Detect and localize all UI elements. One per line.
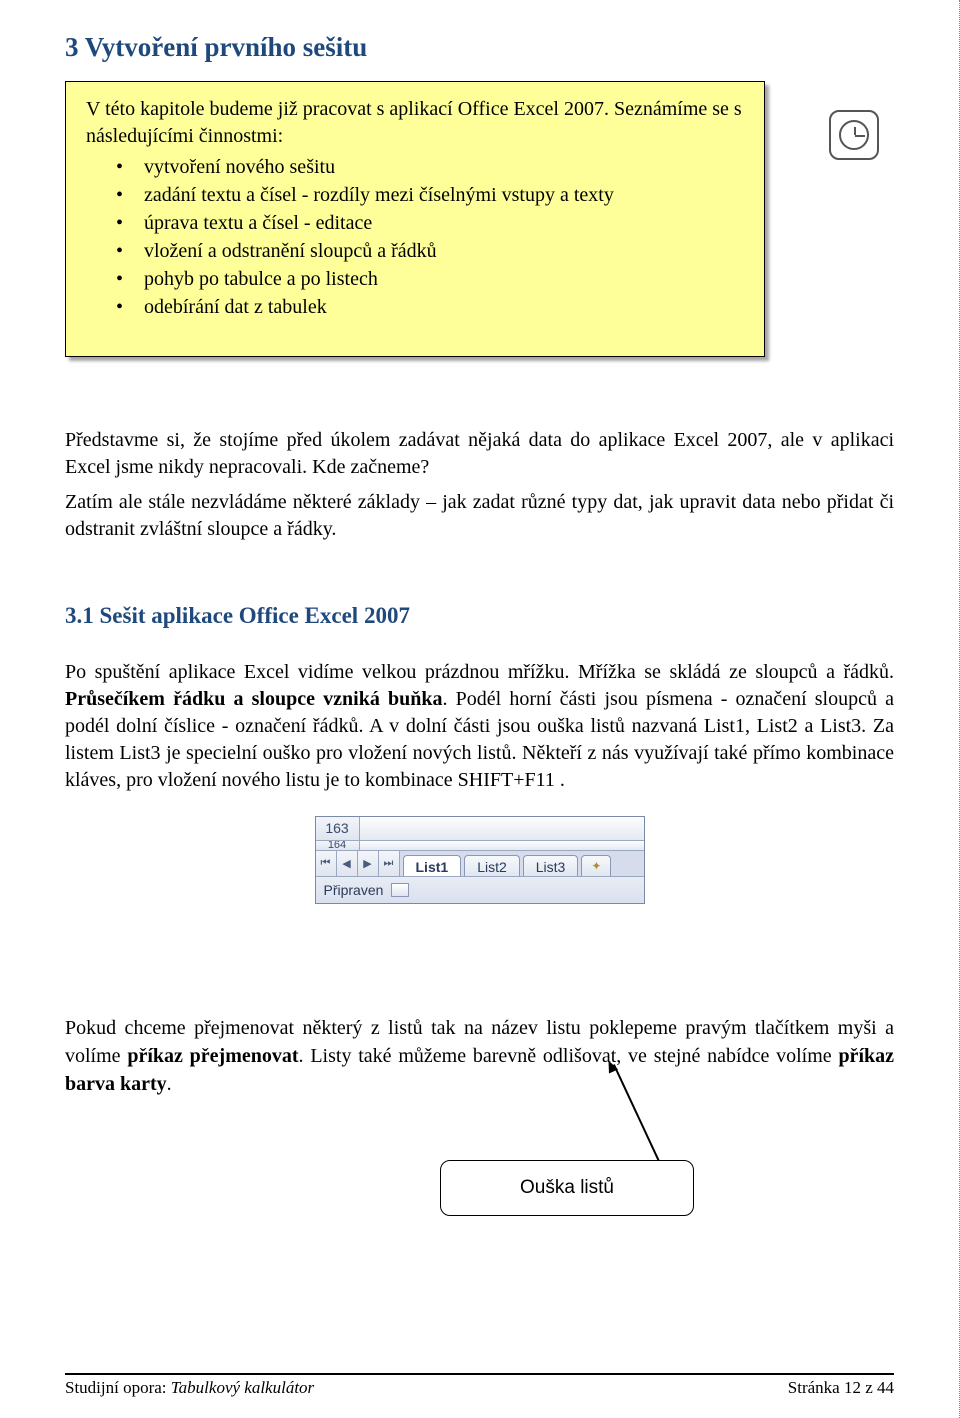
sheet-tab-list3[interactable]: List3 xyxy=(523,855,579,876)
row-number: 164 xyxy=(316,841,360,850)
paragraph: Po spuštění aplikace Excel vidíme velkou… xyxy=(65,659,894,794)
insert-sheet-icon[interactable]: ✦ xyxy=(581,855,611,876)
callout-box: V této kapitole budeme již pracovat s ap… xyxy=(65,81,765,357)
sheet-tab-list1[interactable]: List1 xyxy=(403,855,462,876)
paragraph: Zatím ale stále nezvládáme některé zákla… xyxy=(65,489,894,543)
clock-icon xyxy=(829,110,879,160)
heading-section: 3.1 Sešit aplikace Office Excel 2007 xyxy=(65,603,894,629)
sheet-nav-prev-icon[interactable]: ◀ xyxy=(337,851,358,876)
excel-screenshot: 163 164 ⏮ ◀ ▶ ⏭ List1 List2 List3 ✦ Přip… xyxy=(315,816,645,904)
sheet-tab-list2[interactable]: List2 xyxy=(464,855,520,876)
row-number: 163 xyxy=(316,817,360,840)
sheet-nav-last-icon[interactable]: ⏭ xyxy=(379,851,400,876)
callout-lead: V této kapitole budeme již pracovat s ap… xyxy=(86,96,744,150)
footer-left: Studijní opora: Tabulkový kalkulátor xyxy=(65,1378,314,1398)
callout-item: vytvoření nového sešitu xyxy=(116,154,744,181)
heading-chapter: 3 Vytvoření prvního sešitu xyxy=(65,32,894,63)
sheet-nav-first-icon[interactable]: ⏮ xyxy=(316,851,337,876)
callout-item: úprava textu a čísel - editace xyxy=(116,210,744,237)
paragraph: Pokud chceme přejmenovat některý z listů… xyxy=(65,1014,894,1098)
paragraph: Představme si, že stojíme před úkolem za… xyxy=(65,427,894,481)
sheet-nav-next-icon[interactable]: ▶ xyxy=(358,851,379,876)
annotation-label: Ouška listů xyxy=(440,1160,694,1216)
macro-record-icon[interactable] xyxy=(391,883,409,897)
page-footer: Studijní opora: Tabulkový kalkulátor Str… xyxy=(65,1374,894,1398)
callout-item: zadání textu a čísel - rozdíly mezi číse… xyxy=(116,182,744,209)
footer-right: Stránka 12 z 44 xyxy=(788,1378,894,1398)
status-text: Připraven xyxy=(316,882,384,898)
callout-item: pohyb po tabulce a po listech xyxy=(116,266,744,293)
callout-item: odebírání dat z tabulek xyxy=(116,294,744,321)
callout-item: vložení a odstranění sloupců a řádků xyxy=(116,238,744,265)
